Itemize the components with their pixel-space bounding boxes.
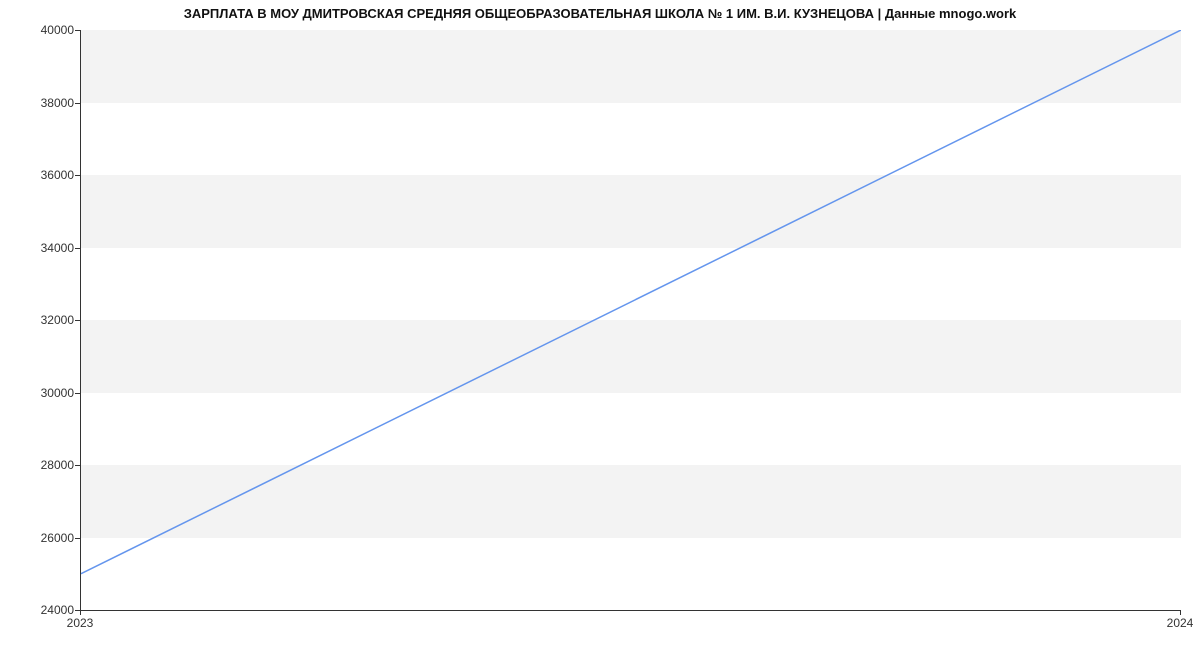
y-tick-mark — [75, 30, 80, 31]
y-tick-mark — [75, 393, 80, 394]
x-tick-label: 2023 — [67, 616, 94, 630]
x-tick-label: 2024 — [1167, 616, 1194, 630]
y-tick-mark — [75, 103, 80, 104]
y-tick-mark — [75, 248, 80, 249]
y-tick-mark — [75, 175, 80, 176]
y-tick-label: 36000 — [4, 168, 74, 182]
y-tick-label: 40000 — [4, 23, 74, 37]
y-tick-label: 28000 — [4, 458, 74, 472]
y-tick-label: 34000 — [4, 241, 74, 255]
data-series-line — [81, 30, 1181, 574]
x-tick-mark — [1180, 610, 1181, 615]
x-tick-mark — [80, 610, 81, 615]
y-tick-mark — [75, 538, 80, 539]
y-tick-label: 30000 — [4, 386, 74, 400]
y-tick-label: 26000 — [4, 531, 74, 545]
y-tick-label: 32000 — [4, 313, 74, 327]
y-tick-label: 24000 — [4, 603, 74, 617]
y-tick-mark — [75, 465, 80, 466]
chart-title: ЗАРПЛАТА В МОУ ДМИТРОВСКАЯ СРЕДНЯЯ ОБЩЕО… — [0, 6, 1200, 21]
salary-line-chart: ЗАРПЛАТА В МОУ ДМИТРОВСКАЯ СРЕДНЯЯ ОБЩЕО… — [0, 0, 1200, 650]
plot-area — [80, 30, 1181, 611]
y-tick-label: 38000 — [4, 96, 74, 110]
y-tick-mark — [75, 320, 80, 321]
